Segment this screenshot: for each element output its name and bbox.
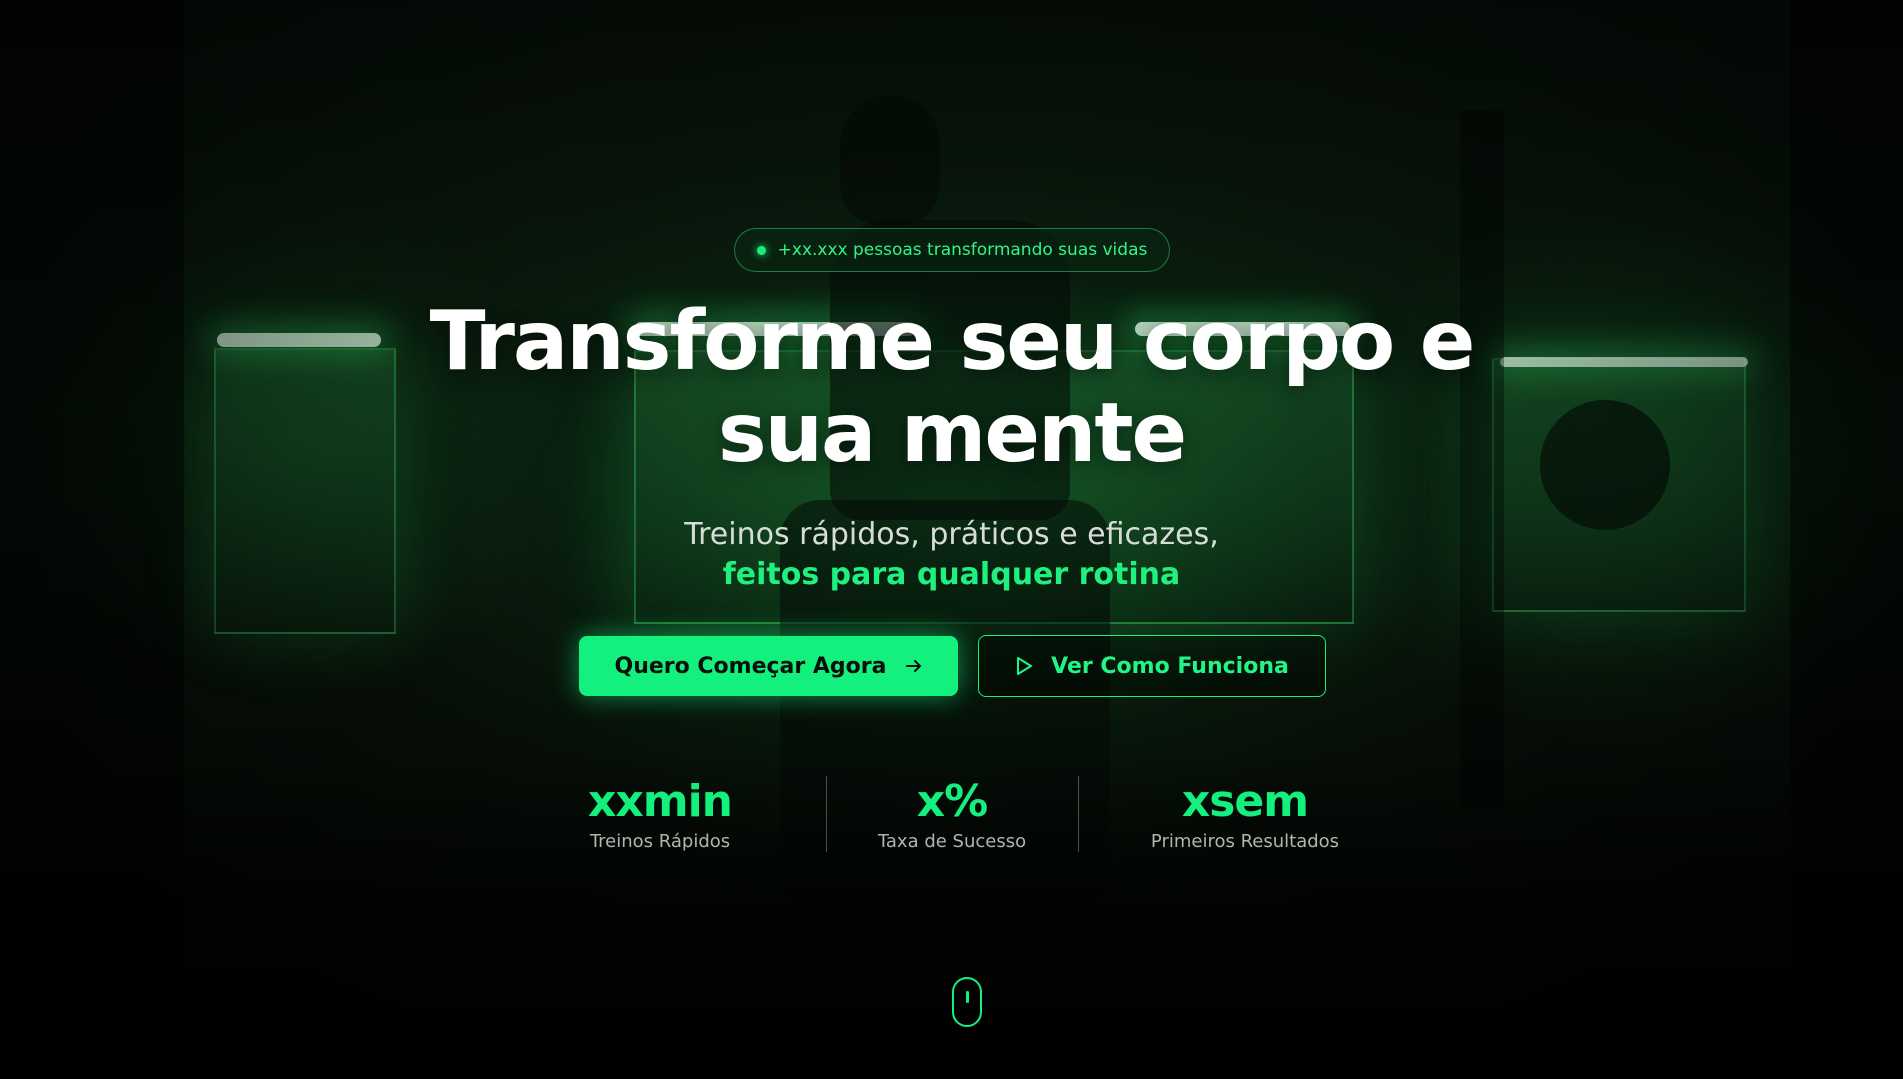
start-now-button[interactable]: Quero Começar Agora	[579, 636, 958, 696]
stat-value: xxmin	[587, 776, 733, 827]
headline-line-1: Transforme seu corpo e	[429, 294, 1476, 389]
start-now-button-label: Quero Começar Agora	[614, 653, 887, 679]
how-it-works-button-label: Ver Como Funciona	[1051, 653, 1289, 679]
badge-text: +xx.xxx pessoas transformando suas vidas	[777, 240, 1148, 260]
stat-divider	[826, 776, 827, 852]
hero-subtitle: Treinos rápidos, práticos e eficazes, fe…	[0, 515, 1903, 595]
stat-first-results: xsem Primeiros Resultados	[1120, 774, 1370, 854]
mouse-wheel	[966, 991, 969, 1003]
stat-label: Treinos Rápidos	[589, 831, 731, 852]
play-icon	[1015, 656, 1033, 676]
stat-label: Taxa de Sucesso	[877, 831, 1027, 852]
how-it-works-button[interactable]: Ver Como Funciona	[978, 635, 1326, 697]
stat-quick-workouts: xxmin Treinos Rápidos	[560, 774, 760, 854]
stat-value: xsem	[1181, 776, 1309, 827]
stat-divider	[1078, 776, 1079, 852]
social-proof-badge: +xx.xxx pessoas transformando suas vidas	[734, 228, 1170, 272]
stat-success-rate: x% Taxa de Sucesso	[852, 774, 1052, 854]
arrow-right-icon	[905, 657, 923, 675]
headline-line-2: sua mente	[717, 386, 1187, 481]
mouse-scroll-icon[interactable]	[952, 977, 982, 1027]
subtitle-line-1: Treinos rápidos, práticos e eficazes,	[684, 517, 1219, 552]
subtitle-highlight: feitos para qualquer rotina	[722, 557, 1181, 592]
stat-label: Primeiros Resultados	[1150, 831, 1340, 852]
hero-section: +xx.xxx pessoas transformando suas vidas…	[0, 0, 1903, 1079]
hero-headline: Transforme seu corpo e sua mente	[0, 296, 1903, 480]
status-dot-icon	[756, 245, 766, 255]
stat-value: x%	[916, 776, 988, 827]
